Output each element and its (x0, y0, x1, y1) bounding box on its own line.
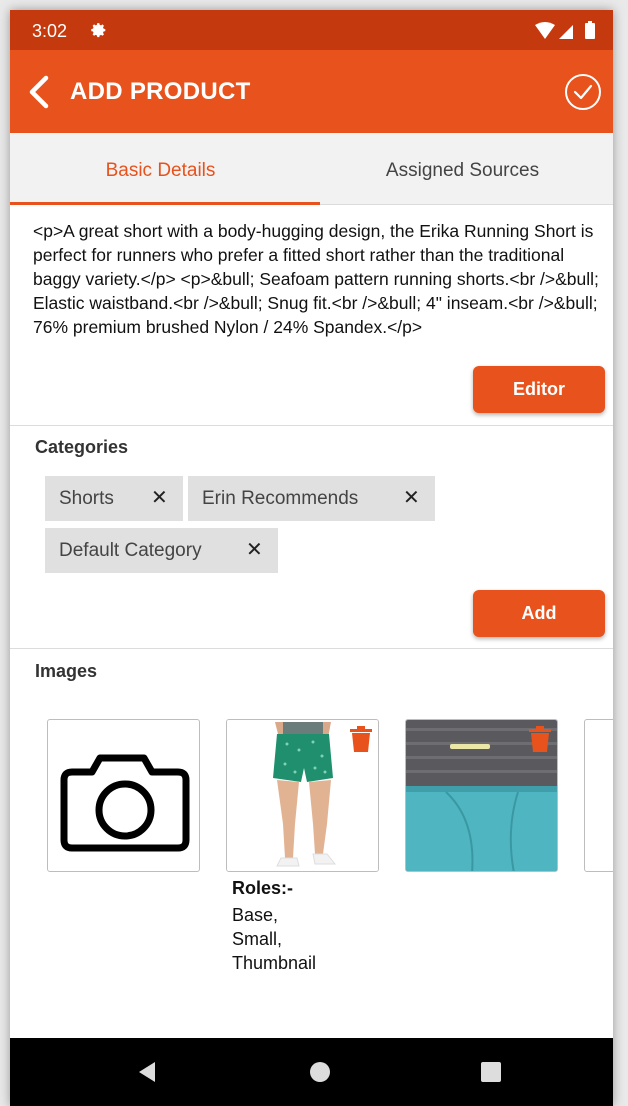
tab-basic-details[interactable]: Basic Details (10, 133, 311, 205)
role-item: Base, (232, 905, 279, 925)
add-image-button[interactable] (47, 719, 200, 872)
battery-icon (585, 21, 595, 39)
signal-icon (559, 25, 573, 39)
save-check-icon[interactable] (563, 72, 603, 112)
settings-icon (91, 23, 106, 38)
divider (10, 425, 613, 426)
category-chip: Default Category ✕ (45, 528, 278, 573)
roles-title: Roles:- (232, 878, 294, 898)
categories-title: Categories (35, 437, 129, 457)
close-icon[interactable]: ✕ (246, 528, 263, 573)
status-time: 3:02 (32, 21, 68, 41)
screen: 3:02 ADD PRODUCT Basic Details Assigned … (10, 10, 613, 1106)
chip-label: Shorts (59, 488, 114, 509)
product-description: <p>A great short with a body-hugging des… (33, 221, 599, 337)
role-item: Small, (232, 929, 283, 949)
status-bar: 3:02 (10, 10, 613, 50)
product-image-thumbnail[interactable] (584, 719, 613, 872)
system-nav-bar (10, 1038, 613, 1106)
editor-button[interactable]: Editor (473, 366, 605, 413)
add-category-button[interactable]: Add (473, 590, 605, 637)
roles-list: Base, Small, Thumbnail (232, 903, 316, 975)
nav-home-icon[interactable] (290, 1038, 350, 1106)
tab-bar: Basic Details Assigned Sources (10, 133, 613, 205)
close-icon[interactable]: ✕ (403, 476, 420, 521)
delete-icon[interactable] (350, 726, 372, 752)
product-image-thumbnail[interactable] (405, 719, 558, 872)
role-item: Thumbnail (232, 953, 317, 973)
back-arrow-icon[interactable] (24, 72, 54, 112)
images-title: Images (35, 661, 98, 681)
product-image-thumbnail[interactable] (226, 719, 379, 872)
divider (10, 648, 613, 649)
camera-icon (60, 754, 190, 852)
active-tab-indicator (10, 202, 320, 205)
wifi-icon (535, 22, 555, 39)
status-icons (535, 21, 595, 39)
nav-back-icon[interactable] (117, 1038, 177, 1106)
chip-label: Default Category (59, 540, 202, 561)
delete-icon[interactable] (529, 726, 551, 752)
nav-recents-icon[interactable] (461, 1038, 521, 1106)
category-chip: Shorts ✕ (45, 476, 183, 521)
tab-assigned-sources[interactable]: Assigned Sources (312, 133, 613, 205)
page-title: ADD PRODUCT (70, 78, 251, 105)
close-icon[interactable]: ✕ (151, 476, 168, 521)
app-bar: ADD PRODUCT (10, 50, 613, 133)
chip-label: Erin Recommends (202, 488, 359, 509)
category-chip: Erin Recommends ✕ (188, 476, 435, 521)
